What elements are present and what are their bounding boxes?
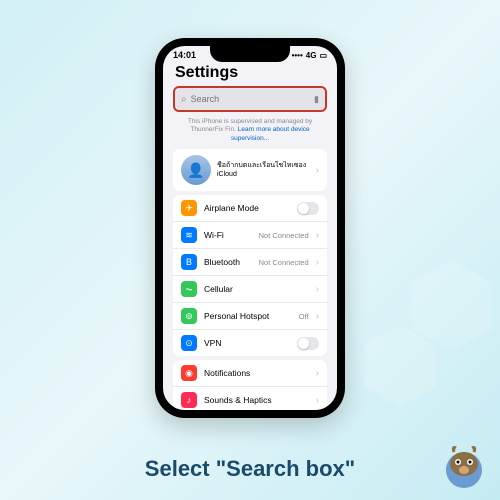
chevron-right-icon: › xyxy=(316,368,319,379)
profile-row[interactable]: 👤 ชื่อถ้ากบตและเรือนใชไหเซอง iCloud › xyxy=(173,149,327,191)
row-wifi[interactable]: ≋ Wi-Fi Not Connected › xyxy=(173,221,327,248)
row-label: Sounds & Haptics xyxy=(204,395,309,405)
search-icon: ⌕ xyxy=(181,94,187,105)
notifications-icon: ◉ xyxy=(181,365,197,381)
row-bluetooth[interactable]: B Bluetooth Not Connected › xyxy=(173,248,327,275)
row-airplane[interactable]: ✈ Airplane Mode xyxy=(173,195,327,221)
row-label: Airplane Mode xyxy=(204,203,290,213)
learn-more-link[interactable]: Learn more about device supervision... xyxy=(231,126,310,141)
row-value: Off xyxy=(299,312,309,321)
screen: 14:01 •••• 4G ▭ Settings ⌕ ▮ This iPhone… xyxy=(163,46,337,410)
sounds-icon: ♪ xyxy=(181,392,197,408)
chevron-right-icon: › xyxy=(316,311,319,322)
bluetooth-icon: B xyxy=(181,254,197,270)
network-group: ✈ Airplane Mode ≋ Wi-Fi Not Connected › … xyxy=(173,195,327,356)
chevron-right-icon: › xyxy=(316,284,319,295)
signal-icon: •••• xyxy=(292,51,303,60)
row-label: Personal Hotspot xyxy=(204,311,292,321)
mic-icon[interactable]: ▮ xyxy=(314,94,319,105)
airplane-toggle[interactable] xyxy=(297,202,319,215)
row-label: Bluetooth xyxy=(204,257,252,267)
alerts-group: ◉ Notifications › ♪ Sounds & Haptics › xyxy=(173,360,327,410)
phone-frame: 14:01 •••• 4G ▭ Settings ⌕ ▮ This iPhone… xyxy=(155,38,345,418)
bg-hexagon xyxy=(412,260,492,352)
brand-logo xyxy=(438,442,490,494)
wifi-icon: ≋ xyxy=(181,227,197,243)
chevron-right-icon: › xyxy=(316,230,319,241)
battery-icon: ▭ xyxy=(319,51,327,60)
row-value: Not Connected xyxy=(259,231,309,240)
status-time: 14:01 xyxy=(173,50,196,60)
airplane-icon: ✈ xyxy=(181,200,197,216)
bg-hexagon xyxy=(364,325,436,408)
network-label: 4G xyxy=(306,51,317,60)
search-highlight: ⌕ ▮ xyxy=(173,86,327,112)
cellular-icon: ⏦ xyxy=(181,281,197,297)
row-label: VPN xyxy=(204,338,290,348)
hotspot-icon: ⊚ xyxy=(181,308,197,324)
supervised-notice: This iPhone is supervised and managed by… xyxy=(163,118,337,145)
chevron-right-icon: › xyxy=(316,257,319,268)
instruction-caption: Select "Search box" xyxy=(0,456,500,482)
profile-group: 👤 ชื่อถ้ากบตและเรือนใชไหเซอง iCloud › xyxy=(173,149,327,191)
profile-name: ชื่อถ้ากบตและเรือนใชไหเซอง iCloud xyxy=(217,161,310,179)
row-label: Notifications xyxy=(204,368,309,378)
row-notifications[interactable]: ◉ Notifications › xyxy=(173,360,327,386)
row-value: Not Connected xyxy=(259,258,309,267)
row-cellular[interactable]: ⏦ Cellular › xyxy=(173,275,327,302)
row-label: Wi-Fi xyxy=(204,230,252,240)
chevron-right-icon: › xyxy=(316,165,319,176)
row-vpn[interactable]: ⊙ VPN xyxy=(173,329,327,356)
vpn-icon: ⊙ xyxy=(181,335,197,351)
row-hotspot[interactable]: ⊚ Personal Hotspot Off › xyxy=(173,302,327,329)
search-box[interactable]: ⌕ ▮ xyxy=(175,88,325,110)
vpn-toggle[interactable] xyxy=(297,337,319,350)
chevron-right-icon: › xyxy=(316,395,319,406)
avatar: 👤 xyxy=(181,155,211,185)
page-title: Settings xyxy=(163,62,337,86)
notch xyxy=(210,46,290,62)
row-label: Cellular xyxy=(204,284,309,294)
search-input[interactable] xyxy=(191,94,310,104)
row-sounds[interactable]: ♪ Sounds & Haptics › xyxy=(173,386,327,410)
